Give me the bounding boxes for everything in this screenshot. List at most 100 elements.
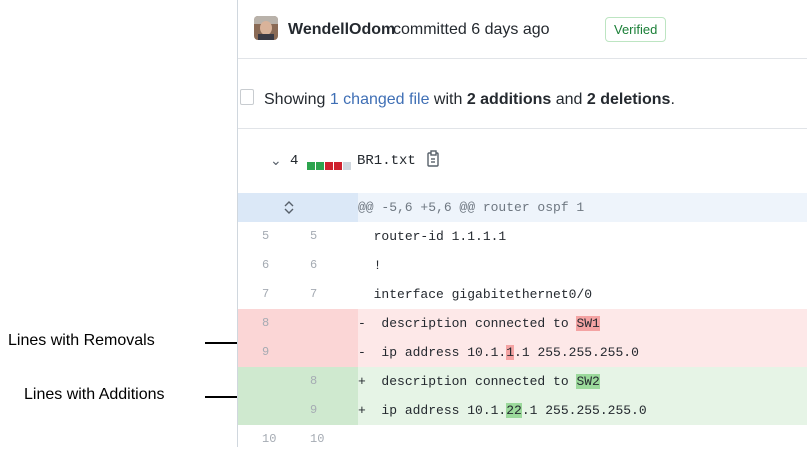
new-line-number[interactable]: 10: [298, 425, 358, 454]
file-name-link[interactable]: BR1.txt: [357, 153, 416, 169]
diff-line-context: 7 7 interface gigabitethernet0/0: [238, 280, 807, 309]
summary-prefix: Showing: [264, 91, 330, 108]
diff-line-context: 5 5 router-id 1.1.1.1: [238, 222, 807, 251]
old-line-number[interactable]: [238, 396, 298, 425]
diff-sign: [358, 432, 374, 447]
old-line-number[interactable]: 7: [238, 280, 298, 309]
new-line-number-text: 9: [310, 403, 318, 417]
new-line-number[interactable]: 9: [298, 396, 358, 425]
word-diff-highlight: 1: [506, 345, 515, 360]
commit-diff-panel: WendellOdom committed 6 days ago Verifie…: [237, 0, 807, 447]
diff-line-code: + description connected to SW2: [358, 367, 600, 396]
diff-line-added: 8 + description connected to SW2: [238, 367, 807, 396]
diffstat-block: [307, 162, 315, 170]
diff-line-removed: 8 - description connected to SW1: [238, 309, 807, 338]
callout-additions-line: [205, 396, 237, 398]
additions-count: 2 additions: [466, 91, 552, 108]
code-text: description connected to: [373, 316, 577, 331]
diff-sign: [358, 229, 374, 244]
new-line-number-text: 10: [310, 432, 325, 446]
new-line-number-text: 6: [310, 258, 318, 272]
diff-summary: Showing 1 changed file with 2 additions …: [238, 58, 807, 128]
code-text: description connected to: [373, 374, 577, 389]
changed-files-link[interactable]: 1 changed file: [330, 91, 430, 108]
commit-header: WendellOdom committed 6 days ago Verifie…: [238, 0, 807, 58]
callout-removals-line: [205, 342, 237, 344]
hunk-gutter: [298, 193, 358, 222]
hunk-header-row: @@ -5,6 +5,6 @@ router ospf 1: [238, 193, 807, 222]
callout-additions-label: Lines with Additions: [24, 386, 165, 403]
summary-and: and: [551, 91, 587, 108]
old-line-number-text: 6: [262, 258, 270, 272]
old-line-number-text: 5: [262, 229, 270, 243]
new-line-number[interactable]: [298, 338, 358, 367]
new-line-number[interactable]: 6: [298, 251, 358, 280]
code-text: router-id 1.1.1.1: [373, 229, 507, 244]
diff-sign: -: [358, 345, 374, 360]
diff-line-code: - description connected to SW1: [358, 309, 600, 338]
diff-line-context: 6 6 !: [238, 251, 807, 280]
diff-sign: [358, 258, 374, 273]
old-line-number-text: 9: [262, 345, 270, 359]
diffstat-block: [325, 162, 333, 170]
word-diff-highlight: SW2: [576, 374, 600, 389]
summary-suffix: .: [670, 91, 675, 108]
old-line-number-text: 10: [262, 432, 277, 446]
old-line-number[interactable]: 6: [238, 251, 298, 280]
avatar[interactable]: [254, 16, 278, 40]
verified-badge[interactable]: Verified: [605, 17, 667, 42]
diffstat-blocks: [307, 157, 352, 170]
file-header: ⌄ 4 BR1.txt: [238, 131, 807, 193]
code-text: !: [373, 258, 382, 273]
old-line-number[interactable]: [238, 367, 298, 396]
diff-line-removed: 9 - ip address 10.1.1.1 255.255.255.0: [238, 338, 807, 367]
diff-line-code: [358, 425, 374, 454]
old-line-number-text: 7: [262, 287, 270, 301]
old-line-number[interactable]: 10: [238, 425, 298, 454]
code-text: .1 255.255.255.0: [514, 345, 639, 360]
diff-line-code: + ip address 10.1.22.1 255.255.255.0: [358, 396, 647, 425]
expand-lines-icon[interactable]: [282, 201, 296, 214]
new-line-number[interactable]: [298, 309, 358, 338]
divider: [238, 128, 807, 129]
deletions-count: 2 deletions: [586, 91, 671, 108]
new-line-number-text: 7: [310, 287, 318, 301]
new-line-number[interactable]: 7: [298, 280, 358, 309]
new-line-number[interactable]: 8: [298, 367, 358, 396]
commit-meta-text: committed 6 days ago: [393, 21, 550, 38]
hunk-header-text: @@ -5,6 +5,6 @@ router ospf 1: [358, 200, 585, 215]
new-line-number-text: 5: [310, 229, 318, 243]
code-text: interface gigabitethernet0/0: [373, 287, 593, 302]
diff-sign: [358, 287, 374, 302]
diffstat-block: [343, 162, 351, 170]
file-change-count: 4: [290, 153, 299, 169]
word-diff-highlight: SW1: [576, 316, 600, 331]
file-diff-icon: [240, 89, 254, 105]
code-text: .1 255.255.255.0: [521, 403, 647, 418]
old-line-number[interactable]: 5: [238, 222, 298, 251]
diff-line-code: !: [358, 251, 382, 280]
diffstat-block: [316, 162, 324, 170]
new-line-number[interactable]: 5: [298, 222, 358, 251]
commit-author-link[interactable]: WendellOdom: [288, 21, 395, 39]
code-text: ip address 10.1.: [373, 345, 507, 360]
diff-line-code: - ip address 10.1.1.1 255.255.255.0: [358, 338, 639, 367]
word-diff-highlight: 22: [506, 403, 522, 418]
diff-summary-text: Showing 1 changed file with 2 additions …: [264, 91, 675, 109]
diff-sign: +: [358, 403, 374, 418]
summary-mid: with: [429, 91, 467, 108]
diffstat-block: [334, 162, 342, 170]
diff-sign: +: [358, 374, 374, 389]
code-text: ip address 10.1.: [373, 403, 507, 418]
old-line-number[interactable]: 9: [238, 338, 298, 367]
diff-line-code: router-id 1.1.1.1: [358, 222, 507, 251]
diff-line-code: interface gigabitethernet0/0: [358, 280, 592, 309]
old-line-number[interactable]: 8: [238, 309, 298, 338]
diff-line-added: 9 + ip address 10.1.22.1 255.255.255.0: [238, 396, 807, 425]
copy-path-icon[interactable]: [427, 150, 441, 168]
diff-sign: -: [358, 316, 374, 331]
old-line-number-text: 8: [262, 316, 270, 330]
chevron-down-icon[interactable]: ⌄: [270, 152, 282, 169]
callout-removals-label: Lines with Removals: [8, 332, 155, 349]
new-line-number-text: 8: [310, 374, 318, 388]
